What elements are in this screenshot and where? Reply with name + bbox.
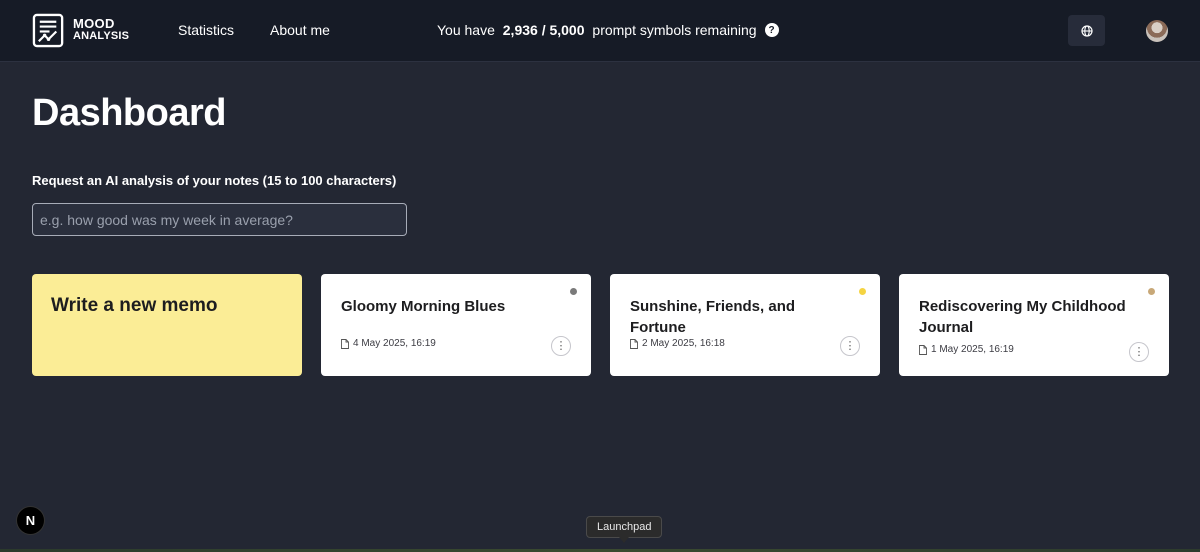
page-title: Dashboard (32, 92, 226, 134)
memo-date-text: 1 May 2025, 16:19 (931, 344, 1014, 355)
document-icon (919, 344, 927, 355)
top-navbar: MOOD ANALYSIS Statistics About me You ha… (0, 0, 1200, 62)
mood-indicator-dot (1148, 288, 1155, 295)
globe-icon (1080, 24, 1093, 37)
quota-count: 2,936 / 5,000 (502, 22, 585, 38)
memo-title: Sunshine, Friends, and Fortune (630, 298, 796, 336)
tooltip-arrow (619, 537, 629, 543)
more-options-button[interactable]: ⋮ (551, 336, 571, 356)
memo-date: 2 May 2025, 16:18 (630, 338, 725, 349)
help-icon[interactable]: ? (764, 23, 779, 37)
mood-indicator-dot (859, 288, 866, 295)
quota-prefix: You have (437, 22, 499, 38)
memo-card[interactable]: Sunshine, Friends, and Fortune 2 May 202… (610, 274, 880, 376)
logo-line2: ANALYSIS (73, 30, 130, 42)
memo-date: 1 May 2025, 16:19 (919, 344, 1014, 355)
nav-statistics-link[interactable]: Statistics (178, 22, 234, 38)
ai-analysis-label: Request an AI analysis of your notes (15… (32, 173, 397, 188)
more-options-button[interactable]: ⋮ (1129, 342, 1149, 362)
launchpad-tooltip: Launchpad (586, 516, 663, 538)
prompt-quota-status: You have 2,936 / 5,000 prompt symbols re… (437, 22, 779, 38)
logo-line1: MOOD (73, 16, 115, 31)
memo-card[interactable]: Rediscovering My Childhood Journal 1 May… (899, 274, 1169, 376)
memo-card[interactable]: Gloomy Morning Blues 4 May 2025, 16:19 ⋮ (321, 274, 591, 376)
quota-suffix: prompt symbols remaining (588, 22, 757, 38)
document-icon (630, 338, 638, 349)
memo-title: Rediscovering My Childhood Journal (919, 298, 1126, 336)
memo-date-text: 4 May 2025, 16:19 (353, 338, 436, 349)
app-logo[interactable]: MOOD ANALYSIS (32, 12, 129, 48)
new-memo-label: Write a new memo (51, 295, 218, 316)
memo-title: Gloomy Morning Blues (341, 298, 506, 315)
memo-date: 4 May 2025, 16:19 (341, 338, 436, 349)
nav-about-me-link[interactable]: About me (270, 22, 330, 38)
notes-chart-icon (32, 13, 64, 47)
language-button[interactable] (1068, 15, 1105, 46)
logo-text: MOOD ANALYSIS (73, 16, 130, 42)
nextjs-dev-badge[interactable]: N (17, 507, 44, 534)
memo-date-text: 2 May 2025, 16:18 (642, 338, 725, 349)
mood-indicator-dot (570, 288, 577, 295)
ai-analysis-input[interactable] (32, 203, 407, 236)
user-avatar[interactable] (1146, 20, 1168, 42)
more-options-button[interactable]: ⋮ (840, 336, 860, 356)
new-memo-card[interactable]: Write a new memo (32, 274, 302, 376)
document-icon (341, 338, 349, 349)
